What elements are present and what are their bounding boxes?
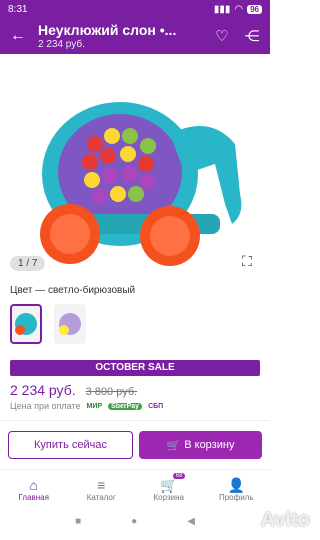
color-option-turquoise[interactable] [10,304,42,344]
tab-profile[interactable]: 👤 Профиль [203,470,271,509]
current-price: 2 234 руб. [10,382,76,398]
cart-icon: 🛒 [160,477,178,493]
tab-home[interactable]: ⌂ Главная [0,470,68,509]
turquoise-thumb-icon [15,313,37,335]
back-triangle-icon[interactable]: ◀ [187,516,195,527]
tab-catalog-label: Каталог [86,493,116,502]
bottom-tab-bar: ⌂ Главная ≡ Каталог 🛒 68 Корзина 👤 Профи… [0,469,270,509]
home-icon: ⌂ [29,477,38,493]
sbp-logo: СБП [148,402,164,410]
system-nav-bar: ■ ● ◀ [0,509,270,533]
avito-watermark: Avito [260,509,310,531]
mir-pay-logo: МИР [86,402,103,410]
recent-apps-icon[interactable]: ■ [75,516,81,527]
action-buttons: Купить сейчас 🛒 В корзину [0,420,270,469]
wifi-icon: ◠ [234,3,244,15]
color-options [0,302,270,346]
back-arrow-icon[interactable]: ← [6,27,30,45]
color-label: Цвет — светло-бирюзовый [10,285,136,296]
tab-cart-label: Корзина [153,493,184,502]
add-to-cart-button[interactable]: 🛒 В корзину [139,431,262,459]
image-counter: 1 / 7 [10,256,46,271]
color-option-purple[interactable] [54,304,86,344]
status-bar: 8:31 ▮▮▮ ◠ 96 [0,0,270,18]
old-price: 3 800 руб. [85,386,138,398]
tab-cart[interactable]: 🛒 68 Корзина [135,470,203,509]
fullscreen-icon[interactable]: ⛶ [242,253,260,271]
home-button-icon[interactable]: ● [131,516,137,527]
product-image [40,102,242,266]
catalog-icon: ≡ [97,477,106,493]
tab-home-label: Главная [18,493,49,502]
payment-label: Цена при оплате [10,401,81,411]
profile-icon: 👤 [227,477,245,493]
page-title: Неуклюжий слон •... [38,22,177,38]
sale-banner: OCTOBER SALE [10,360,260,376]
tab-catalog[interactable]: ≡ Каталог [68,470,136,509]
header-price: 2 234 руб. [38,39,85,50]
price-row: 2 234 руб. 3 800 руб. [0,376,270,398]
sberpay-logo: SberPay [108,402,143,410]
add-to-cart-label: В корзину [184,439,235,451]
signal-icon: ▮▮▮ [213,3,231,15]
product-gallery[interactable]: 1 / 7 ⛶ [0,54,270,279]
battery-indicator: 96 [247,4,262,14]
app-bar: ← Неуклюжий слон •... 2 234 руб. ♡ ⋲ [0,18,270,54]
status-time: 8:31 [8,3,28,15]
share-icon[interactable]: ⋲ [240,27,264,45]
payment-row: Цена при оплате МИР SberPay СБП [0,398,270,414]
cart-badge: 68 [172,473,186,479]
heart-icon[interactable]: ♡ [210,27,234,45]
cart-plus-icon: 🛒 [166,439,181,452]
purple-thumb-icon [59,313,81,335]
buy-now-button[interactable]: Купить сейчас [8,431,133,459]
tab-profile-label: Профиль [218,493,254,502]
